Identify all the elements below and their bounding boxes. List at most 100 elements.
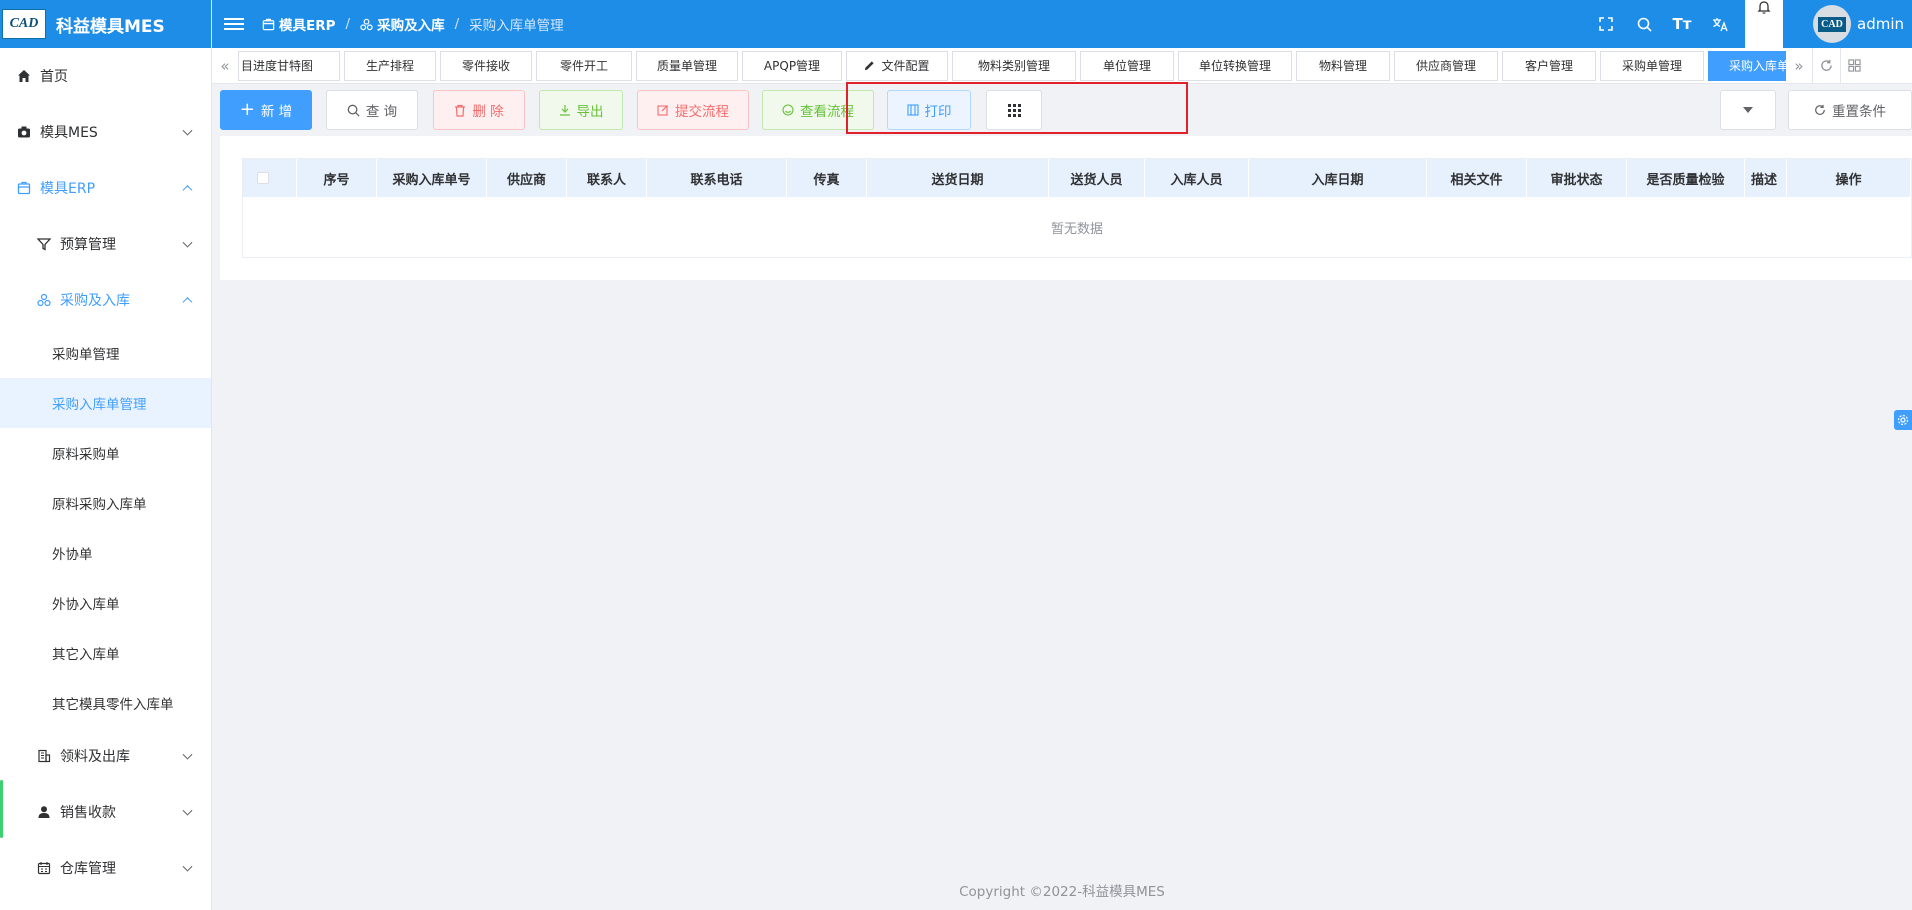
query-button[interactable]: 查 询 — [326, 90, 418, 130]
column-header[interactable]: 入库人员 — [1145, 159, 1249, 197]
top-header: 模具ERP / 采购及入库 / 采购入库单管理 Tт CAD admin — [212, 0, 1912, 48]
edit-icon — [657, 105, 668, 116]
reset-button[interactable]: 重置条件 — [1788, 90, 1912, 130]
chevron-down-icon — [182, 749, 193, 760]
delete-button[interactable]: 删 除 — [433, 90, 525, 130]
breadcrumb: 模具ERP / 采购及入库 / 采购入库单管理 — [262, 14, 564, 34]
select-all-column — [243, 159, 297, 197]
download-icon — [559, 105, 570, 116]
translate-icon[interactable] — [1701, 0, 1739, 48]
tab-customer[interactable]: 客户管理 — [1502, 50, 1596, 81]
sidebar-item-home[interactable]: 首页 — [0, 48, 211, 104]
select-all-checkbox[interactable] — [257, 172, 269, 184]
tab-supplier[interactable]: 供应商管理 — [1394, 50, 1498, 81]
tabs-scroll-right-icon[interactable]: » — [1786, 48, 1812, 84]
cluster-icon — [36, 292, 52, 308]
tab-material[interactable]: 物料管理 — [1296, 50, 1390, 81]
smile-icon — [782, 104, 794, 116]
column-header[interactable]: 入库日期 — [1249, 159, 1427, 197]
breadcrumb-separator: / — [345, 16, 351, 32]
trash-icon — [455, 104, 466, 117]
column-header[interactable]: 联系人 — [567, 159, 647, 197]
fullscreen-icon[interactable] — [1587, 0, 1625, 48]
sidebar-item-mes[interactable]: 模具MES — [0, 104, 211, 160]
column-header[interactable]: 采购入库单号 — [377, 159, 487, 197]
sidebar-item-label: 模具ERP — [40, 181, 96, 197]
sidebar-item-outsource-receipt[interactable]: 外协入库单 — [0, 578, 211, 628]
sidebar-item-budget[interactable]: 预算管理 — [0, 216, 211, 272]
empty-state: 暂无数据 — [1050, 221, 1103, 237]
sidebar-item-erp[interactable]: 模具ERP — [0, 160, 211, 216]
tab-apqp[interactable]: APQP管理 — [742, 50, 842, 81]
notification-area[interactable] — [1745, 0, 1783, 48]
tab-tools: » — [1786, 47, 1868, 84]
search-icon[interactable] — [1625, 0, 1663, 48]
menu-toggle-icon[interactable] — [224, 18, 244, 30]
tab-purchase-receipt[interactable]: 采购入库单管理 — [1708, 50, 1786, 81]
sidebar-item-sales[interactable]: 销售收款 — [0, 784, 211, 840]
tab-scheduling[interactable]: 生产排程 — [344, 50, 436, 81]
add-button[interactable]: + 新 增 — [220, 90, 312, 130]
tabs-list: 目进度甘特图 生产排程 零件接收 零件开工 质量单管理 APQP管理 文件配置 … — [238, 50, 1786, 81]
breadcrumb-item-purchase[interactable]: 采购及入库 — [360, 14, 445, 34]
toolbar: + 新 增 查 询 删 除 导出 提交流程 查看流程 打印 重置条件 — [220, 82, 1912, 134]
username: admin — [1857, 15, 1904, 33]
sidebar-item-purchase-order[interactable]: 采购单管理 — [0, 328, 211, 378]
column-header[interactable]: 供应商 — [487, 159, 567, 197]
tab-part-start[interactable]: 零件开工 — [536, 50, 632, 81]
breadcrumb-item-erp[interactable]: 模具ERP — [262, 14, 336, 34]
sidebar-item-purchase[interactable]: 采购及入库 — [0, 272, 211, 328]
app-title: 科益模具MES — [56, 16, 165, 37]
sidebar-item-material-out[interactable]: 领料及出库 — [0, 728, 211, 784]
header-tools: Tт CAD admin — [1587, 0, 1912, 48]
tab-gantt[interactable]: 目进度甘特图 — [238, 50, 340, 81]
sidebar-item-raw-purchase[interactable]: 原料采购单 — [0, 428, 211, 478]
grid-menu-icon[interactable] — [1840, 47, 1868, 84]
column-settings-button[interactable] — [986, 90, 1042, 130]
sidebar-item-label: 预算管理 — [60, 237, 116, 253]
tab-file-config[interactable]: 文件配置 — [846, 50, 948, 81]
data-table: 序号 采购入库单号 供应商 联系人 联系电话 传真 送货日期 送货人员 入库人员… — [242, 158, 1912, 258]
sidebar-item-warehouse[interactable]: 仓库管理 — [0, 840, 211, 896]
tab-part-receive[interactable]: 零件接收 — [440, 50, 532, 81]
column-header[interactable]: 送货人员 — [1049, 159, 1145, 197]
user-menu[interactable]: CAD admin — [1813, 5, 1904, 43]
bell-icon — [1757, 1, 1771, 14]
column-header[interactable]: 是否质量检验 — [1627, 159, 1745, 197]
sidebar-item-other-mold-receipt[interactable]: 其它模具零件入库单 — [0, 678, 211, 728]
sidebar-item-label: 领料及出库 — [60, 749, 130, 765]
tabs-scroll-left-icon[interactable]: « — [212, 48, 238, 84]
funnel-icon — [36, 236, 52, 252]
expand-filter-button[interactable] — [1720, 90, 1776, 130]
caret-down-icon — [1743, 107, 1753, 113]
column-header[interactable]: 传真 — [787, 159, 867, 197]
export-button[interactable]: 导出 — [539, 90, 623, 130]
sidebar-item-other-receipt[interactable]: 其它入库单 — [0, 628, 211, 678]
column-header[interactable]: 序号 — [297, 159, 377, 197]
package-icon — [262, 18, 275, 30]
breadcrumb-separator: / — [454, 16, 460, 32]
tab-unit-convert[interactable]: 单位转换管理 — [1178, 50, 1292, 81]
column-header[interactable]: 送货日期 — [867, 159, 1049, 197]
tab-quality[interactable]: 质量单管理 — [636, 50, 738, 81]
column-header[interactable]: 联系电话 — [647, 159, 787, 197]
column-header[interactable]: 描述 — [1745, 159, 1787, 197]
edit-icon — [865, 61, 875, 71]
sidebar-item-purchase-receipt[interactable]: 采购入库单管理 — [0, 378, 211, 428]
sidebar-item-outsource[interactable]: 外协单 — [0, 528, 211, 578]
column-header[interactable]: 审批状态 — [1527, 159, 1627, 197]
settings-gear-icon[interactable] — [1894, 410, 1912, 430]
font-size-icon[interactable]: Tт — [1663, 0, 1701, 48]
tabs-bar: « 目进度甘特图 生产排程 零件接收 零件开工 质量单管理 APQP管理 文件配… — [212, 47, 1912, 84]
sidebar-item-label: 采购及入库 — [60, 293, 130, 309]
sidebar-item-raw-receipt[interactable]: 原料采购入库单 — [0, 478, 211, 528]
refresh-icon[interactable] — [1812, 47, 1840, 84]
tab-purchase-order[interactable]: 采购单管理 — [1600, 50, 1704, 81]
column-header[interactable]: 操作 — [1787, 159, 1911, 197]
chevron-up-icon — [182, 185, 193, 196]
submit-flow-button[interactable]: 提交流程 — [637, 90, 749, 130]
tab-material-category[interactable]: 物料类别管理 — [952, 50, 1076, 81]
column-header[interactable]: 相关文件 — [1427, 159, 1527, 197]
tab-unit[interactable]: 单位管理 — [1080, 50, 1174, 81]
side-drag-handle[interactable] — [0, 780, 3, 838]
